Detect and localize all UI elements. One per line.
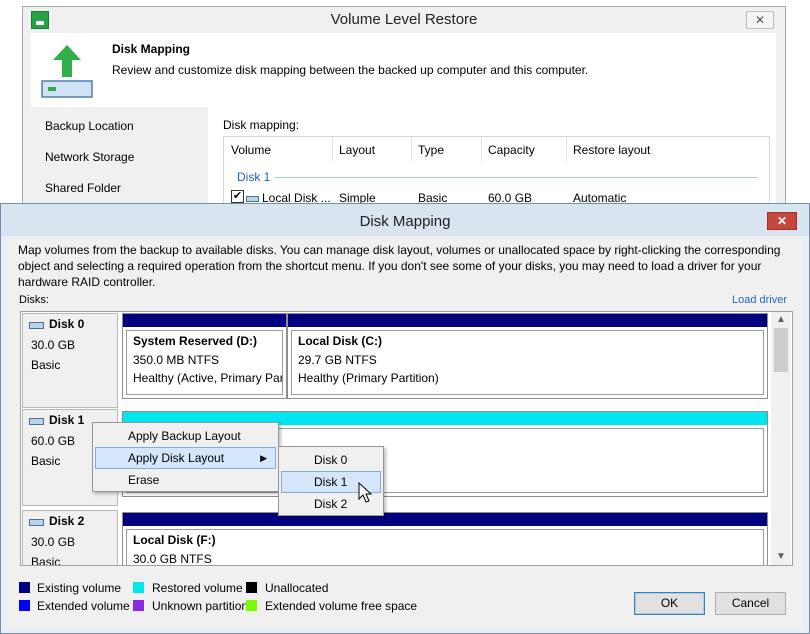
legend-swatch bbox=[133, 582, 144, 593]
disk-0-volumes: System Reserved (D:) 350.0 MB NTFS Healt… bbox=[122, 313, 768, 408]
disk-type: Basic bbox=[31, 358, 61, 372]
load-driver-link[interactable]: Load driver bbox=[732, 294, 787, 306]
restore-arrow-icon bbox=[41, 45, 93, 98]
disk-mapping-dialog: Disk Mapping ✕ Map volumes from the back… bbox=[0, 203, 810, 634]
existing-volume-bar bbox=[288, 314, 767, 327]
context-menu: Apply Backup Layout Apply Disk Layout ▶ … bbox=[92, 422, 279, 492]
legend-swatch bbox=[19, 600, 30, 611]
scroll-up-icon[interactable]: ▲ bbox=[771, 312, 791, 328]
disk-name: Disk 0 bbox=[49, 317, 85, 331]
disk-submenu: Disk 0 Disk 1 Disk 2 bbox=[278, 446, 384, 516]
volume-status: Healthy (Primary Partition) bbox=[298, 371, 439, 385]
disk-2-info[interactable]: Disk 2 30.0 GB Basic bbox=[22, 510, 118, 566]
scroll-down-icon[interactable]: ▼ bbox=[771, 549, 791, 565]
legend-item: Existing volume bbox=[37, 581, 122, 595]
legend-item: Restored volume bbox=[152, 581, 243, 595]
legend-item: Unallocated bbox=[265, 581, 329, 595]
disk-name: Disk 2 bbox=[49, 514, 85, 528]
volume-level-restore-window: Volume Level Restore ✕ Disk Mapping Revi… bbox=[22, 6, 786, 227]
step-network-storage[interactable]: Network Storage bbox=[45, 150, 134, 164]
disk-type: Basic bbox=[31, 555, 61, 566]
legend-swatch bbox=[19, 582, 30, 593]
disk-icon bbox=[29, 519, 44, 526]
dialog-description: Map volumes from the backup to available… bbox=[18, 243, 781, 289]
disks-label: Disks: bbox=[19, 294, 49, 306]
vertical-scrollbar[interactable]: ▲ ▼ bbox=[771, 312, 791, 565]
drive-icon bbox=[246, 195, 259, 202]
wizard-header: Disk Mapping Review and customize disk m… bbox=[31, 33, 776, 107]
dialog-title: Disk Mapping bbox=[359, 213, 451, 230]
disk-name: Disk 1 bbox=[49, 413, 85, 427]
legend-item: Extended volume bbox=[37, 599, 130, 613]
menu-item-label: Apply Disk Layout bbox=[128, 451, 225, 465]
step-backup-location[interactable]: Backup Location bbox=[45, 119, 134, 133]
existing-volume-bar bbox=[123, 314, 286, 327]
disk-icon bbox=[29, 418, 44, 425]
legend-swatch bbox=[246, 600, 257, 611]
volume-status: Healthy (Active, Primary Par bbox=[133, 371, 282, 385]
disk-icon bbox=[29, 322, 44, 329]
scroll-thumb[interactable] bbox=[774, 328, 788, 372]
close-icon[interactable]: ✕ bbox=[767, 212, 797, 230]
dialog-title-bar: Disk Mapping ✕ bbox=[1, 204, 809, 236]
disk-size: 60.0 GB bbox=[31, 434, 76, 448]
volume-name: System Reserved (D:) bbox=[133, 334, 258, 348]
cancel-button[interactable]: Cancel bbox=[715, 592, 786, 615]
submenu-item-disk-0[interactable]: Disk 0 bbox=[281, 449, 381, 471]
volume-local-disk-c[interactable]: Local Disk (C:) 29.7 GB NTFS Healthy (Pr… bbox=[287, 313, 768, 399]
volume-local-disk-f[interactable]: Local Disk (F:) 30.0 GB NTFS bbox=[122, 512, 768, 566]
menu-item-erase[interactable]: Erase bbox=[95, 469, 276, 491]
volume-name: Local Disk (F:) bbox=[133, 533, 216, 547]
disk-0-info[interactable]: Disk 0 30.0 GB Basic bbox=[22, 313, 118, 408]
header-title: Disk Mapping bbox=[112, 42, 191, 56]
volume-checkbox[interactable]: ✔ bbox=[231, 190, 244, 203]
legend-item: Unknown partition bbox=[152, 599, 249, 613]
group-divider bbox=[274, 177, 758, 178]
volume-system-reserved[interactable]: System Reserved (D:) 350.0 MB NTFS Healt… bbox=[122, 313, 287, 399]
existing-volume-bar bbox=[123, 513, 767, 526]
mouse-pointer-icon bbox=[358, 482, 373, 503]
legend-swatch bbox=[133, 600, 144, 611]
disk-2-volumes: Local Disk (F:) 30.0 GB NTFS bbox=[122, 512, 768, 566]
column-header-capacity[interactable]: Capacity bbox=[488, 143, 535, 157]
window-title: Volume Level Restore bbox=[330, 11, 478, 28]
step-shared-folder[interactable]: Shared Folder bbox=[45, 181, 121, 195]
volume-filesystem: 350.0 MB NTFS bbox=[133, 353, 220, 367]
column-header-layout[interactable]: Layout bbox=[339, 143, 375, 157]
disk-type: Basic bbox=[31, 454, 61, 468]
header-description: Review and customize disk mapping betwee… bbox=[112, 63, 589, 77]
disk-size: 30.0 GB bbox=[31, 338, 76, 352]
close-icon[interactable]: ✕ bbox=[746, 11, 774, 29]
submenu-arrow-icon: ▶ bbox=[260, 453, 267, 463]
menu-item-apply-disk-layout[interactable]: Apply Disk Layout ▶ bbox=[95, 447, 276, 469]
column-header-restore-layout[interactable]: Restore layout bbox=[573, 143, 650, 157]
ok-button[interactable]: OK bbox=[634, 592, 705, 615]
group-header: Disk 1 bbox=[237, 170, 271, 184]
menu-item-apply-backup-layout[interactable]: Apply Backup Layout bbox=[95, 425, 276, 447]
volume-filesystem: 29.7 GB NTFS bbox=[298, 353, 377, 367]
column-header-type[interactable]: Type bbox=[418, 143, 444, 157]
legend-swatch bbox=[246, 582, 257, 593]
disk-mapping-label: Disk mapping: bbox=[223, 118, 300, 132]
volume-filesystem: 30.0 GB NTFS bbox=[133, 552, 212, 566]
title-bar: Volume Level Restore ✕ bbox=[23, 7, 785, 33]
volume-name: Local Disk (C:) bbox=[298, 334, 383, 348]
disk-size: 30.0 GB bbox=[31, 535, 76, 549]
column-header-volume[interactable]: Volume bbox=[231, 143, 271, 157]
legend-item: Extended volume free space bbox=[265, 599, 418, 613]
